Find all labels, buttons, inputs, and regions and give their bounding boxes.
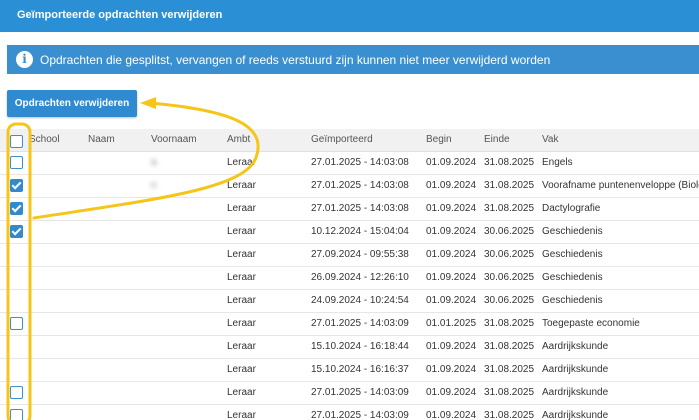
cell-voornaam: a (151, 157, 157, 168)
cell-vak: Toegepaste economie (542, 318, 640, 329)
cell-einde: 31.08.2025 (484, 341, 535, 352)
cell-vak: Aardrijkskunde (542, 364, 609, 375)
cell-begin: 01.09.2024 (426, 249, 477, 260)
cell-vak: Engels (542, 157, 573, 168)
cell-geimporteerd: 27.01.2025 - 14:03:09 (311, 410, 409, 420)
cell-vak: Voorafname puntenenveloppe (Biolo (542, 180, 699, 191)
cell-vak: Aardrijkskunde (542, 341, 609, 352)
cell-ambt: Leraar (227, 318, 256, 329)
annotation-arrowhead (140, 97, 156, 109)
cell-ambt: Leraar (227, 341, 256, 352)
column-header-einde[interactable]: Einde (484, 134, 510, 145)
cell-begin: 01.09.2024 (426, 364, 477, 375)
cell-begin: 01.09.2024 (426, 203, 477, 214)
select-all-checkbox[interactable] (10, 135, 23, 148)
row-checkbox[interactable] (10, 202, 23, 215)
info-message: Opdrachten die gesplitst, vervangen of r… (40, 53, 551, 67)
cell-begin: 01.09.2024 (426, 157, 477, 168)
cell-ambt: Leraar (227, 387, 256, 398)
cell-vak: Aardrijkskunde (542, 387, 609, 398)
cell-geimporteerd: 27.09.2024 - 09:55:38 (311, 249, 409, 260)
cell-einde: 30.06.2025 (484, 249, 535, 260)
table-header: School Naam Voornaam Ambt Geïmporteerd B… (0, 129, 699, 152)
header-bar: Geïmporteerde opdrachten verwijderen (0, 0, 699, 32)
cell-ambt: Leraar (227, 249, 256, 260)
cell-ambt: Leraar (227, 295, 256, 306)
cell-vak: Geschiedenis (542, 295, 603, 306)
row-checkbox[interactable] (10, 156, 23, 169)
row-checkbox[interactable] (10, 317, 23, 330)
cell-geimporteerd: 27.01.2025 - 14:03:09 (311, 387, 409, 398)
column-header-voornaam[interactable]: Voornaam (151, 134, 197, 145)
row-checkbox[interactable] (10, 179, 23, 192)
table-row[interactable]: n Leraar 27.01.2025 - 14:03:08 01.09.2024 31… (0, 175, 699, 198)
cell-vak: Geschiedenis (542, 249, 603, 260)
cell-begin: 01.09.2024 (426, 180, 477, 191)
table-row[interactable]: Leraar 10.12.2024 - 15:04:04 01.09.2024 30.… (0, 221, 699, 244)
cell-geimporteerd: 26.09.2024 - 12:26:10 (311, 272, 409, 283)
table-row[interactable]: Leraar 26.09.2024 - 12:26:10 01.09.2024 30.… (0, 267, 699, 290)
cell-begin: 01.01.2025 (426, 318, 477, 329)
column-header-ambt[interactable]: Ambt (227, 134, 250, 145)
cell-einde: 31.08.2025 (484, 318, 535, 329)
cell-vak: Geschiedenis (542, 272, 603, 283)
table-row[interactable]: Leraar 27.01.2025 - 14:03:09 01.01.2025 31.… (0, 313, 699, 336)
cell-ambt: Leraar (227, 272, 256, 283)
cell-einde: 30.06.2025 (484, 272, 535, 283)
cell-geimporteerd: 24.09.2024 - 10:24:54 (311, 295, 409, 306)
row-checkbox[interactable] (10, 409, 23, 420)
info-banner: i Opdrachten die gesplitst, vervangen of… (7, 45, 699, 74)
cell-ambt: Leraar (227, 157, 256, 168)
cell-begin: 01.09.2024 (426, 272, 477, 283)
cell-einde: 30.06.2025 (484, 295, 535, 306)
cell-ambt: Leraar (227, 410, 256, 420)
cell-einde: 31.08.2025 (484, 203, 535, 214)
table-row[interactable]: Leraar 24.09.2024 - 10:24:54 01.09.2024 30.… (0, 290, 699, 313)
column-header-vak[interactable]: Vak (542, 134, 559, 145)
cell-vak: Aardrijkskunde (542, 410, 609, 420)
cell-voornaam: n (151, 180, 157, 191)
delete-assignments-button[interactable]: Opdrachten verwijderen (7, 90, 137, 117)
row-checkbox[interactable] (10, 225, 23, 238)
cell-einde: 31.08.2025 (484, 180, 535, 191)
column-header-geimporteerd[interactable]: Geïmporteerd (311, 134, 373, 145)
cell-einde: 31.08.2025 (484, 157, 535, 168)
table-row[interactable]: a Leraar 27.01.2025 - 14:03:08 01.09.2024 31… (0, 152, 699, 175)
cell-ambt: Leraar (227, 180, 256, 191)
cell-einde: 31.08.2025 (484, 387, 535, 398)
cell-geimporteerd: 15.10.2024 - 16:18:44 (311, 341, 409, 352)
table-row[interactable]: Leraar 27.01.2025 - 14:03:09 01.09.2024 31.… (0, 382, 699, 405)
cell-geimporteerd: 27.01.2025 - 14:03:09 (311, 318, 409, 329)
cell-ambt: Leraar (227, 203, 256, 214)
cell-begin: 01.09.2024 (426, 226, 477, 237)
cell-ambt: Leraar (227, 364, 256, 375)
cell-begin: 01.09.2024 (426, 295, 477, 306)
cell-geimporteerd: 15.10.2024 - 16:16:37 (311, 364, 409, 375)
cell-ambt: Leraar (227, 226, 256, 237)
table-row[interactable]: Leraar 27.01.2025 - 14:03:08 01.09.2024 31.… (0, 198, 699, 221)
table-row[interactable]: Leraar 15.10.2024 - 16:16:37 01.09.2024 31.… (0, 359, 699, 382)
table-row[interactable]: Leraar 27.01.2025 - 14:03:09 01.09.2024 31.… (0, 405, 699, 420)
cell-geimporteerd: 27.01.2025 - 14:03:08 (311, 180, 409, 191)
cell-geimporteerd: 10.12.2024 - 15:04:04 (311, 226, 409, 237)
cell-begin: 01.09.2024 (426, 341, 477, 352)
cell-einde: 30.06.2025 (484, 226, 535, 237)
column-header-naam[interactable]: Naam (88, 134, 115, 145)
cell-vak: Geschiedenis (542, 226, 603, 237)
column-header-school[interactable]: School (29, 134, 60, 145)
table-row[interactable]: Leraar 27.09.2024 - 09:55:38 01.09.2024 30.… (0, 244, 699, 267)
cell-begin: 01.09.2024 (426, 387, 477, 398)
info-icon: i (16, 51, 33, 68)
cell-einde: 31.08.2025 (484, 364, 535, 375)
cell-geimporteerd: 27.01.2025 - 14:03:08 (311, 157, 409, 168)
cell-vak: Dactylografie (542, 203, 601, 214)
page-title: Geïmporteerde opdrachten verwijderen (17, 9, 223, 21)
cell-einde: 31.08.2025 (484, 410, 535, 420)
cell-begin: 01.09.2024 (426, 410, 477, 420)
column-header-begin[interactable]: Begin (426, 134, 452, 145)
row-checkbox[interactable] (10, 386, 23, 399)
cell-geimporteerd: 27.01.2025 - 14:03:08 (311, 203, 409, 214)
table-row[interactable]: Leraar 15.10.2024 - 16:18:44 01.09.2024 31.… (0, 336, 699, 359)
